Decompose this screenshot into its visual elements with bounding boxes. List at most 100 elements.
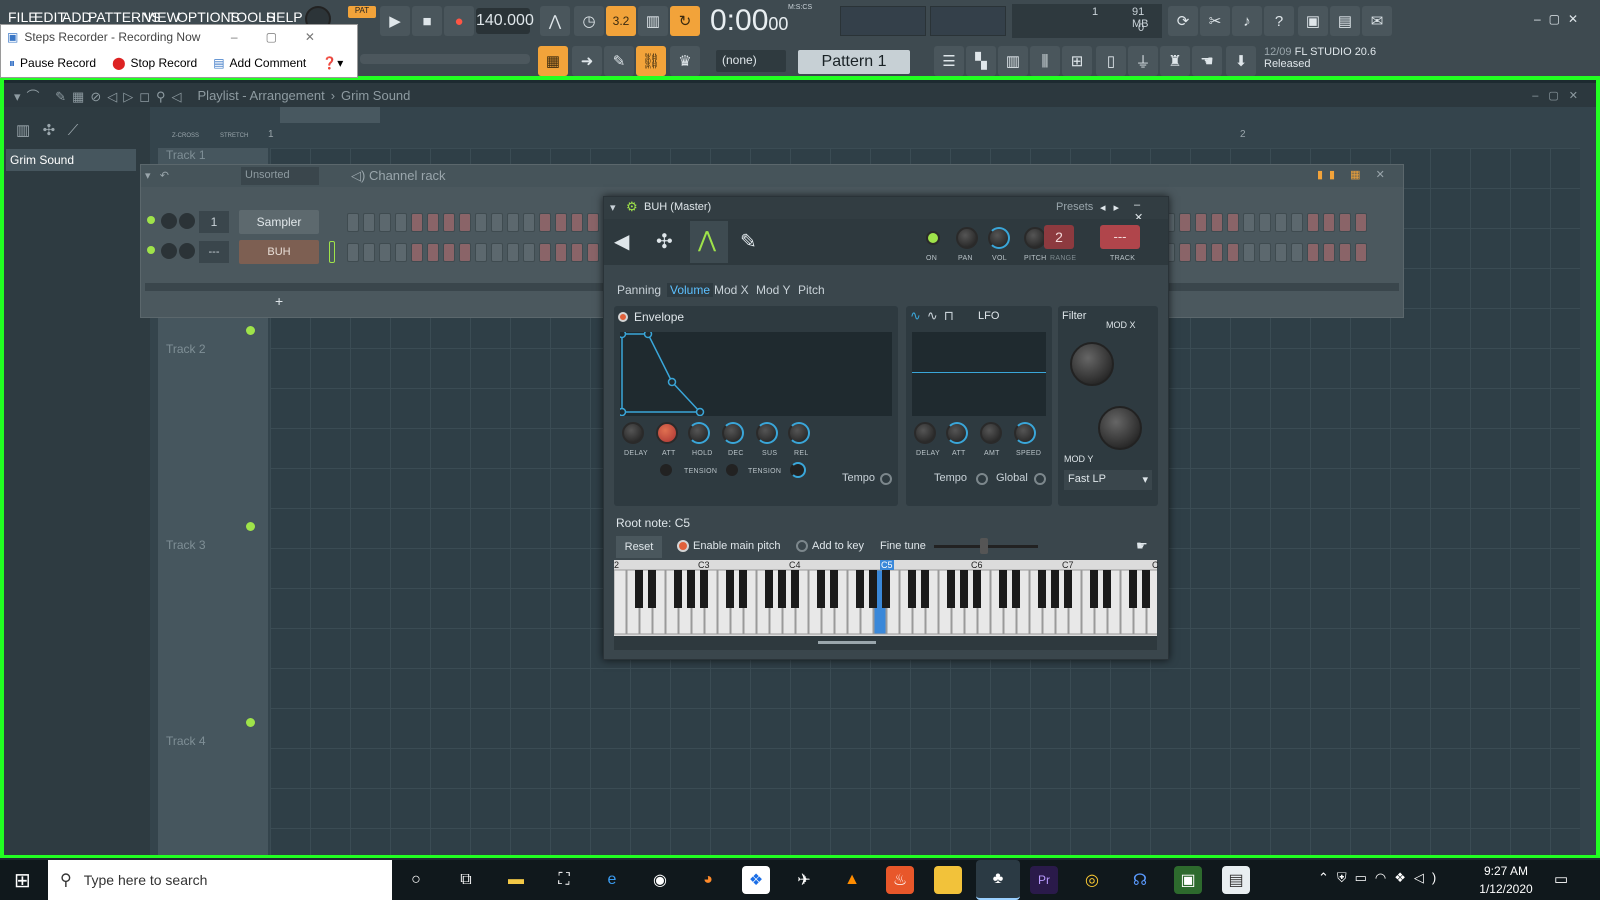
notes-icon[interactable] (934, 866, 962, 894)
plugin-titlebar[interactable]: ▾ ⚙ BUH (Master) Presets ◂▸ –✕ (604, 197, 1168, 224)
channel-1-mixer-track[interactable]: 1 (199, 211, 229, 233)
envelope-toggle[interactable] (618, 312, 628, 322)
tab-volume[interactable]: Volume (667, 283, 714, 297)
stop-button[interactable]: ■ (412, 6, 442, 36)
lfo-global-toggle[interactable] (1034, 473, 1046, 485)
step-button[interactable] (1179, 213, 1191, 232)
lfo-amt-knob[interactable] (980, 422, 1002, 444)
plugin-menu-icon[interactable]: ▾ (610, 201, 616, 214)
step-button[interactable] (571, 243, 583, 262)
rack-menu-icon[interactable]: ▾ ↶ (145, 169, 169, 182)
channel-rack-header[interactable]: ▾ ↶ Unsorted ◁) Channel rack ▮▮ ▦ ✕ (141, 165, 1403, 187)
help-button[interactable]: ? (1264, 6, 1294, 36)
camera-app-icon[interactable]: ◉ (646, 866, 674, 894)
env-dec-knob[interactable] (722, 422, 744, 444)
pitch-range-field[interactable]: 2 (1044, 225, 1074, 249)
step-button[interactable] (1179, 243, 1191, 262)
step-button[interactable] (1339, 213, 1351, 232)
pitch-knob[interactable] (1024, 227, 1046, 249)
step-button[interactable] (1291, 243, 1303, 262)
steps-recorder-titlebar[interactable]: ▣ Steps Recorder - Recording Now –▢✕ (1, 25, 357, 49)
waveform-tab-icon[interactable]: ✣ (656, 229, 673, 254)
app-icon[interactable]: ✈ (790, 866, 818, 894)
menu-view[interactable]: VIEW (144, 9, 180, 25)
keyboard-keys[interactable] (614, 560, 1157, 636)
playlist-view-button[interactable]: ☰ (934, 46, 964, 76)
track-3-mute-led[interactable] (246, 522, 255, 531)
tab-mod-y[interactable]: Mod Y (756, 283, 790, 297)
wrench-tab-icon[interactable]: ✎ (740, 229, 757, 254)
step-button[interactable] (555, 243, 567, 262)
paint-button[interactable]: ✎ (604, 46, 634, 76)
keyboard-hand-icon[interactable]: ☛ (1136, 538, 1148, 554)
window-controls[interactable]: –▢✕ (1534, 12, 1586, 26)
mixer-track-field[interactable]: --- (1100, 225, 1140, 249)
mixer-view-button[interactable]: ⫼ (1030, 46, 1060, 76)
clock-time[interactable]: 9:27 AM (1476, 864, 1536, 878)
arrow-button[interactable]: ➜ (572, 46, 602, 76)
cortana-icon[interactable]: ○ (402, 866, 430, 894)
step-button[interactable] (475, 243, 487, 262)
step-button[interactable] (379, 243, 391, 262)
playlist-tool-icons[interactable]: ▾⌒ ✎▦⊘◁▷◻⚲◁ (14, 86, 188, 105)
countdown-button[interactable]: 3.2 (606, 6, 636, 36)
taskbar-search[interactable]: ⚲ Type here to search (48, 860, 392, 900)
step-button[interactable] (1307, 243, 1319, 262)
step-edit-button[interactable]: ▥ (638, 6, 668, 36)
record-button[interactable]: ● (444, 6, 474, 36)
step-button[interactable] (1211, 213, 1223, 232)
step-button[interactable] (459, 213, 471, 232)
step-button[interactable] (475, 213, 487, 232)
step-button[interactable] (1227, 213, 1239, 232)
step-button[interactable] (1259, 213, 1271, 232)
lfo-delay-knob[interactable] (914, 422, 936, 444)
env-att-knob[interactable] (656, 422, 678, 444)
stamp-button[interactable]: ♛ (670, 46, 700, 76)
rel-tension-knob[interactable] (790, 462, 806, 478)
tempo-tap-button[interactable]: ♜ (1160, 46, 1190, 76)
step-button[interactable] (427, 213, 439, 232)
step-button[interactable] (555, 213, 567, 232)
step-button[interactable] (1275, 213, 1287, 232)
rack-filter-select[interactable]: Unsorted (241, 167, 319, 185)
track-3-label[interactable]: Track 3 (166, 538, 206, 552)
zcross-toggle[interactable]: Z-CROSS (172, 133, 199, 139)
step-button[interactable] (1195, 243, 1207, 262)
playlist-scrollbar[interactable] (280, 107, 380, 123)
notification-icon[interactable]: ▭ (1554, 870, 1568, 888)
step-button[interactable] (379, 213, 391, 232)
link-button[interactable]: ⛓ (636, 46, 666, 76)
touch-button[interactable]: ☚ (1192, 46, 1222, 76)
playlist-window-controls[interactable]: –▢✕ (1532, 89, 1588, 102)
step-button[interactable] (1275, 243, 1287, 262)
step-button[interactable] (1339, 243, 1351, 262)
step-button[interactable] (539, 213, 551, 232)
lfo-shape-icons[interactable]: ∿∿⊓ (910, 308, 960, 324)
stretch-toggle[interactable]: STRETCH (220, 133, 248, 139)
step-button[interactable] (1195, 213, 1207, 232)
att-tension-knob[interactable] (660, 464, 672, 476)
channel-1-led[interactable] (147, 216, 155, 224)
step-button[interactable] (1323, 213, 1335, 232)
step-button[interactable] (1211, 243, 1223, 262)
step-button[interactable] (395, 243, 407, 262)
step-button[interactable] (587, 243, 599, 262)
edge-icon[interactable]: e (598, 866, 626, 894)
step-button[interactable] (507, 243, 519, 262)
loop-record-button[interactable]: ↻ (670, 6, 700, 36)
step-button[interactable] (411, 243, 423, 262)
channel-2-button[interactable]: BUH (239, 240, 319, 264)
step-button[interactable] (1355, 243, 1367, 262)
add-channel-button[interactable]: + (275, 293, 283, 309)
app-orange-icon[interactable]: ♨ (886, 866, 914, 894)
track-4-label[interactable]: Track 4 (166, 734, 206, 748)
env-hold-knob[interactable] (688, 422, 710, 444)
windows-start-icon[interactable]: ⊞ (14, 868, 31, 893)
track-2-mute-led[interactable] (246, 326, 255, 335)
steps-window-controls[interactable]: –▢✕ (231, 30, 343, 44)
channel-1-pan-knob[interactable] (161, 213, 177, 229)
tempo-display[interactable]: 140.000 (476, 8, 534, 34)
pan-knob[interactable] (956, 227, 978, 249)
save-button[interactable]: ▣ (1298, 6, 1328, 36)
step-button[interactable] (411, 213, 423, 232)
